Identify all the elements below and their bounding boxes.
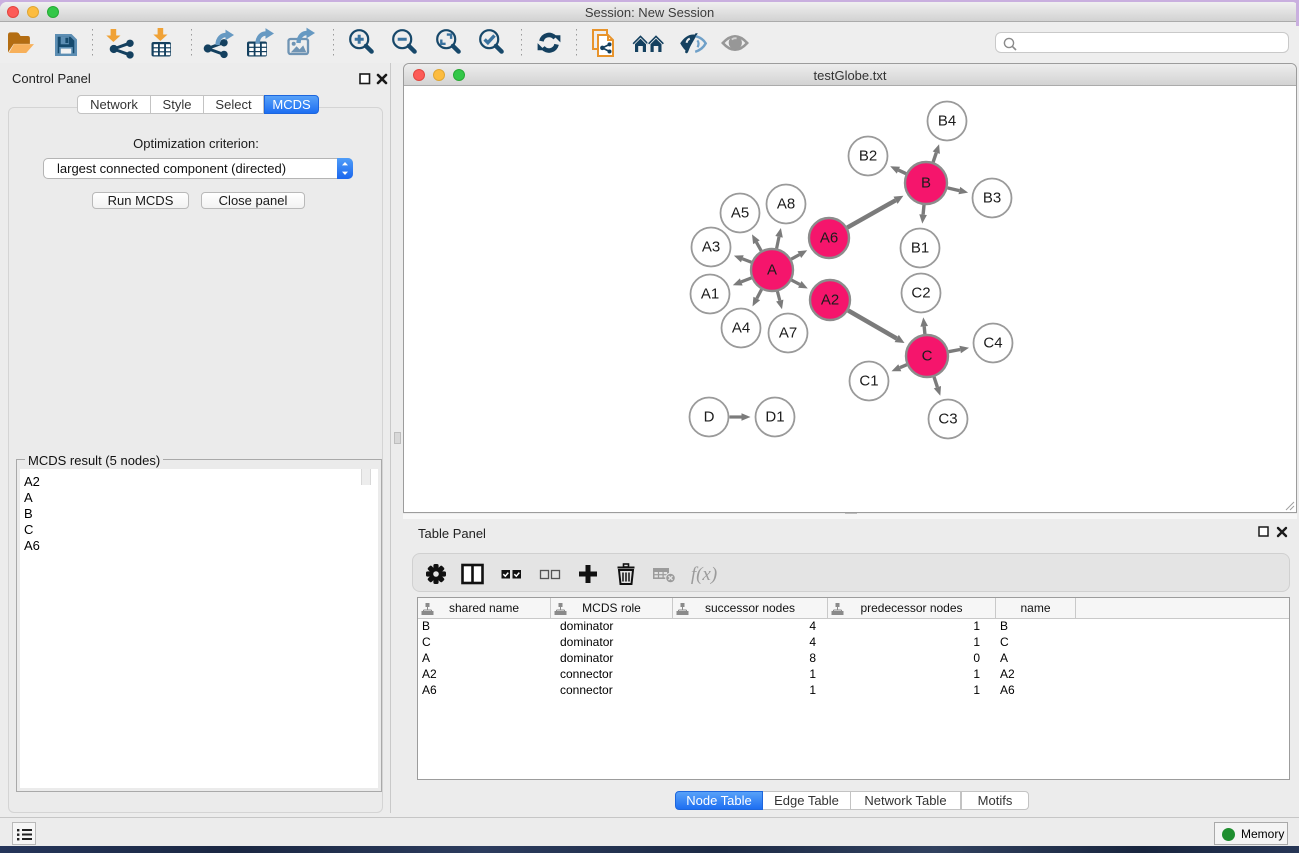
- svg-text:A7: A7: [779, 325, 797, 342]
- svg-text:A6: A6: [820, 230, 838, 247]
- svg-text:C: C: [922, 348, 933, 365]
- svg-text:A3: A3: [702, 239, 720, 256]
- svg-text:D: D: [704, 409, 715, 426]
- svg-text:A5: A5: [731, 205, 749, 222]
- svg-text:A: A: [767, 262, 777, 279]
- svg-text:B1: B1: [911, 240, 929, 257]
- svg-text:A1: A1: [701, 286, 719, 303]
- svg-text:C1: C1: [859, 373, 878, 390]
- svg-text:A4: A4: [732, 320, 750, 337]
- svg-text:B2: B2: [859, 148, 877, 165]
- svg-text:B4: B4: [938, 113, 956, 130]
- svg-text:D1: D1: [765, 409, 784, 426]
- svg-text:C2: C2: [911, 285, 930, 302]
- svg-text:B: B: [921, 175, 931, 192]
- svg-text:A8: A8: [777, 196, 795, 213]
- svg-text:f(x): f(x): [691, 564, 717, 585]
- svg-text:B3: B3: [983, 190, 1001, 207]
- svg-text:C4: C4: [983, 335, 1002, 352]
- svg-text:A2: A2: [821, 292, 839, 309]
- svg-text:C3: C3: [938, 411, 957, 428]
